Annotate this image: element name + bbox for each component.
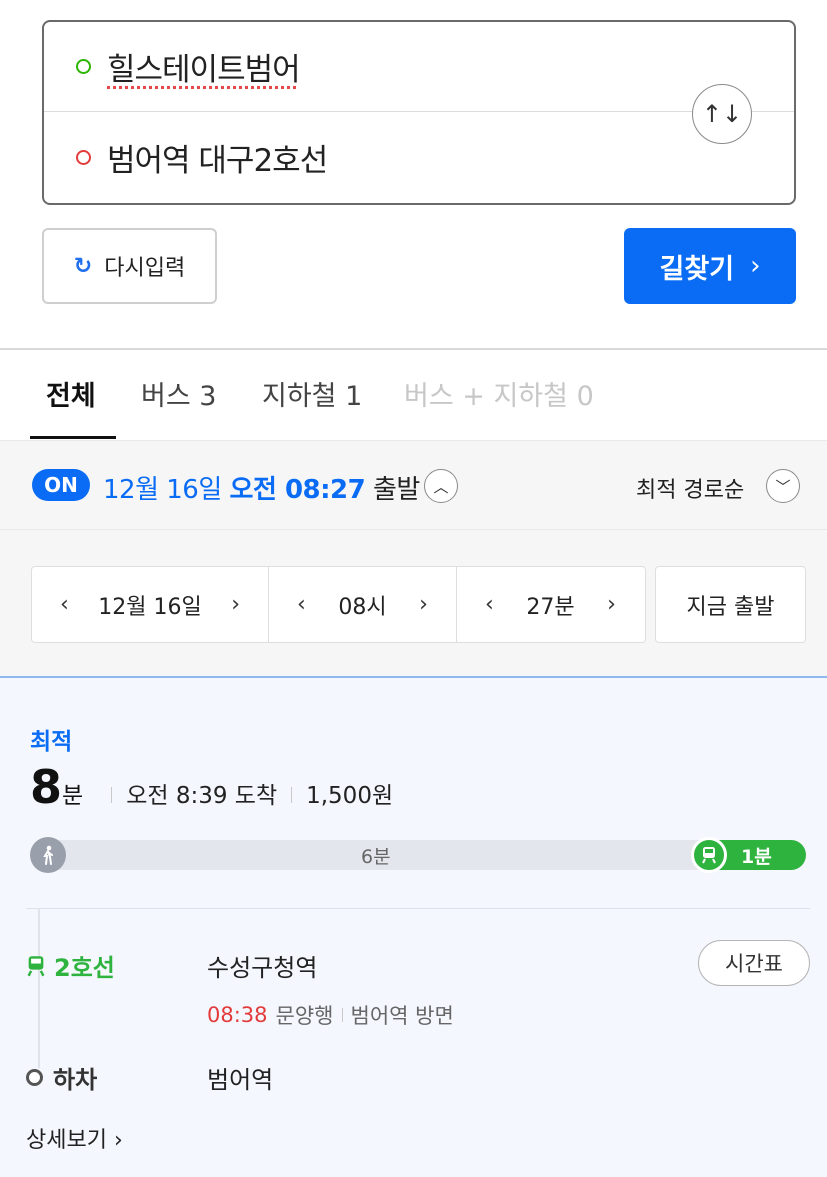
route-result-card[interactable]: 최적 8 분 오전 8:39 도착 1,500원 6분 1분 2호선 수성구청역…: [0, 676, 827, 1177]
train-icon: [27, 955, 45, 976]
swap-route-button[interactable]: ↑↓: [692, 84, 752, 144]
date-picker: ‹ 12월 16일 ›: [32, 567, 268, 642]
destination-field[interactable]: 범어역 대구2호선: [107, 135, 328, 180]
best-route-badge: 최적: [30, 729, 73, 755]
hour-picker: ‹ 08시 ›: [268, 567, 456, 642]
card-divider: [26, 908, 810, 909]
arrival-time: 오전 8:39 도착: [126, 783, 278, 809]
alight-step: 하차: [26, 1060, 97, 1095]
refresh-icon: ↻: [73, 253, 93, 279]
platform-direction: 범어역 방면: [350, 1004, 454, 1028]
departure-toggle[interactable]: ON: [32, 469, 90, 501]
subway-icon: [691, 837, 727, 873]
train-icon: [702, 847, 716, 864]
subway-duration: 1분: [741, 845, 772, 868]
minute-value: 27분: [526, 594, 575, 620]
tab-bus[interactable]: 버스 3: [141, 374, 216, 413]
train-direction: 문양행: [275, 1004, 334, 1028]
date-prev-icon[interactable]: ‹: [54, 592, 75, 617]
view-details-link[interactable]: 상세보기 ›: [26, 1122, 123, 1154]
route-summary: 8 분 오전 8:39 도착 1,500원: [30, 760, 393, 814]
alight-label: 하차: [53, 1066, 98, 1094]
tab-subway[interactable]: 지하철 1: [262, 374, 362, 413]
tab-all[interactable]: 전체: [46, 374, 96, 413]
hour-prev-icon[interactable]: ‹: [291, 592, 312, 617]
reset-button[interactable]: ↻ 다시입력: [42, 228, 217, 304]
minute-prev-icon[interactable]: ‹: [479, 592, 500, 617]
destination-row[interactable]: 범어역 대구2호선: [44, 112, 794, 202]
duration-unit: 분: [62, 783, 84, 809]
alight-station: 범어역: [207, 1066, 274, 1094]
time-picker: ‹ 12월 16일 › ‹ 08시 › ‹ 27분 ›: [31, 566, 646, 643]
find-route-button[interactable]: 길찾기 ›: [624, 228, 796, 304]
departure-word: 출발: [372, 475, 420, 505]
date-next-icon[interactable]: ›: [225, 592, 246, 617]
find-route-label: 길찾기: [659, 253, 735, 285]
departure-time-bar: ON 12월 16일 오전 08:27 출발 ︿ 최적 경로순 ﹀: [0, 440, 827, 530]
boarding-station: 수성구청역: [207, 954, 318, 982]
chevron-up-icon: ︿: [433, 477, 449, 496]
next-train-info: 08:38 문양행 범어역 방면: [207, 1000, 454, 1030]
swap-arrows-icon: ↑↓: [701, 100, 743, 128]
chevron-right-icon: ›: [750, 251, 761, 281]
separator: [291, 787, 293, 803]
origin-dot-icon: [76, 59, 91, 74]
sort-label[interactable]: 최적 경로순: [636, 472, 744, 504]
origin-field[interactable]: 힐스테이트범어: [107, 44, 301, 89]
route-type-tabs: 전체 버스 3 지하철 1 버스 + 지하철 0: [0, 350, 827, 439]
separator: [341, 1008, 343, 1022]
time-picker-area: ‹ 12월 16일 › ‹ 08시 › ‹ 27분 › 지금 출발: [0, 530, 827, 676]
chevron-down-icon: ﹀: [775, 477, 791, 496]
subway-segment: 1분: [691, 837, 806, 873]
collapse-picker-button[interactable]: ︿: [424, 469, 458, 503]
depart-now-button[interactable]: 지금 출발: [655, 566, 806, 643]
date-value: 12월 16일: [98, 594, 202, 620]
destination-dot-icon: [76, 149, 91, 165]
route-timeline-bar: 6분 1분: [30, 837, 806, 873]
separator: [111, 787, 113, 803]
hour-next-icon[interactable]: ›: [413, 592, 434, 617]
tab-bus-subway[interactable]: 버스 + 지하철 0: [404, 374, 594, 413]
minute-picker: ‹ 27분 ›: [456, 567, 644, 642]
next-train-time: 08:38: [207, 1003, 268, 1027]
departure-date: 12월 16일: [103, 475, 222, 505]
minute-next-icon[interactable]: ›: [601, 592, 622, 617]
timetable-button[interactable]: 시간표: [698, 940, 810, 986]
route-input-box: 힐스테이트범어 범어역 대구2호선 ↑↓: [42, 20, 796, 205]
duration-number: 8: [30, 760, 63, 814]
origin-row[interactable]: 힐스테이트범어: [44, 22, 794, 112]
departure-time-text: 12월 16일 오전 08:27 출발: [103, 469, 420, 506]
alight-ring-icon: [26, 1069, 43, 1086]
walk-icon: [30, 837, 66, 873]
reset-label: 다시입력: [104, 256, 186, 281]
route-step-line: [38, 908, 40, 1068]
subway-line-badge: 2호선: [26, 948, 115, 983]
fare: 1,500원: [306, 783, 394, 809]
departure-time: 오전 08:27: [229, 475, 366, 505]
walk-duration: 6분: [361, 846, 391, 868]
sort-dropdown-button[interactable]: ﹀: [766, 469, 800, 503]
active-tab-indicator: [30, 436, 116, 439]
subway-line-name: 2호선: [54, 954, 115, 982]
walking-person-icon: [43, 845, 53, 865]
hour-value: 08시: [338, 594, 387, 620]
